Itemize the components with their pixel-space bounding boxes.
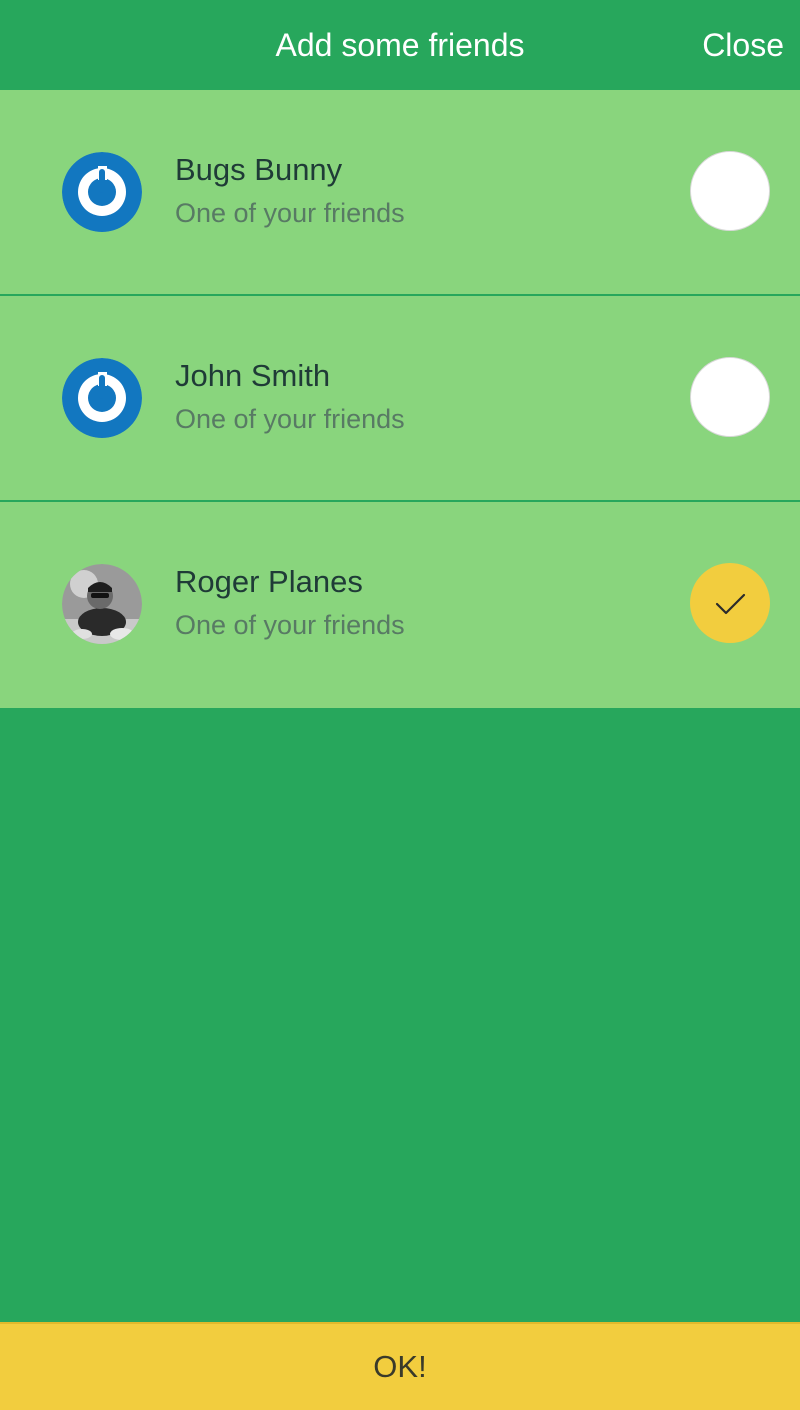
close-button[interactable]: Close [702, 0, 784, 90]
friend-list: Bugs Bunny One of your friends John Smit… [0, 90, 800, 708]
select-toggle[interactable] [690, 357, 770, 437]
top-bar: Add some friends Close [0, 0, 800, 90]
friend-row-bugs-bunny[interactable]: Bugs Bunny One of your friends [0, 90, 800, 296]
friend-subtitle: One of your friends [175, 404, 405, 434]
friend-name: John Smith [175, 358, 331, 393]
ok-button[interactable]: OK! [0, 1322, 800, 1410]
friend-row-roger-planes[interactable]: Roger Planes One of your friends [0, 502, 800, 708]
friend-subtitle: One of your friends [175, 198, 405, 228]
friend-subtitle: One of your friends [175, 610, 405, 640]
power-logo-icon [62, 152, 142, 232]
avatar [62, 564, 142, 644]
checkmark-icon [715, 593, 746, 615]
friend-name: Roger Planes [175, 564, 363, 599]
page-title: Add some friends [275, 27, 525, 63]
friend-name: Bugs Bunny [175, 152, 343, 187]
select-toggle[interactable] [690, 151, 770, 231]
friend-row-john-smith[interactable]: John Smith One of your friends [0, 296, 800, 502]
power-logo-icon [62, 358, 142, 438]
select-toggle[interactable] [690, 563, 770, 643]
